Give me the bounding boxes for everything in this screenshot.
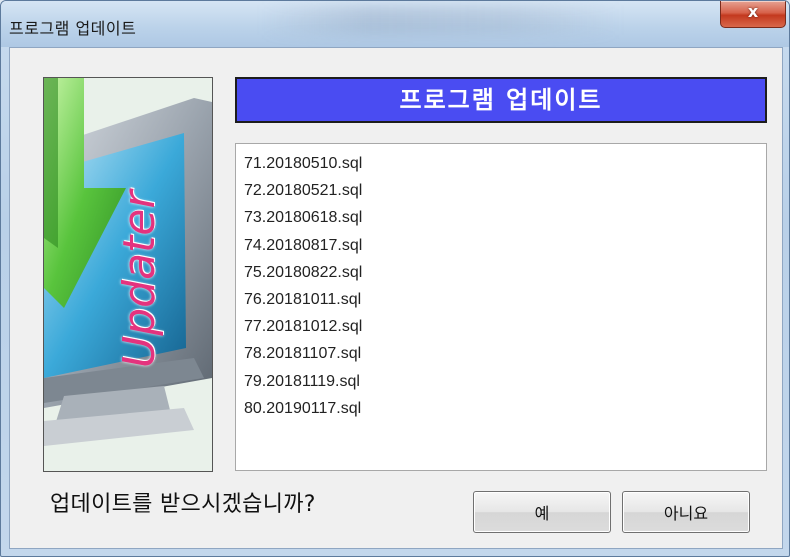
yes-button[interactable]: 예 — [473, 491, 611, 533]
list-item[interactable]: 78.20181107.sql — [244, 340, 766, 367]
list-item[interactable]: 79.20181119.sql — [244, 368, 766, 395]
update-dialog-window: 프로그램 업데이트 x Updater 프로그램 업데이트 71.2018051… — [0, 0, 790, 557]
list-item[interactable]: 77.20181012.sql — [244, 313, 766, 340]
dialog-client-area: Updater 프로그램 업데이트 71.20180510.sql 72.201… — [9, 47, 783, 549]
no-button[interactable]: 아니요 — [622, 491, 750, 533]
close-icon: x — [747, 2, 759, 21]
title-bar[interactable]: 프로그램 업데이트 x — [1, 1, 789, 47]
update-file-list[interactable]: 71.20180510.sql 72.20180521.sql 73.20180… — [235, 143, 767, 471]
list-item[interactable]: 80.20190117.sql — [244, 395, 766, 422]
update-prompt: 업데이트를 받으시겠습니까? — [50, 492, 316, 517]
close-button[interactable]: x — [720, 1, 786, 28]
title-bar-sheen — [261, 5, 621, 35]
list-item[interactable]: 71.20180510.sql — [244, 150, 766, 177]
list-item[interactable]: 76.20181011.sql — [244, 286, 766, 313]
header-banner: 프로그램 업데이트 — [235, 77, 767, 123]
window-title: 프로그램 업데이트 — [9, 19, 137, 38]
list-item[interactable]: 75.20180822.sql — [244, 259, 766, 286]
updater-side-image: Updater — [43, 77, 213, 472]
list-item[interactable]: 73.20180618.sql — [244, 204, 766, 231]
list-item[interactable]: 74.20180817.sql — [244, 232, 766, 259]
list-item[interactable]: 72.20180521.sql — [244, 177, 766, 204]
updater-caption: Updater — [114, 190, 165, 368]
